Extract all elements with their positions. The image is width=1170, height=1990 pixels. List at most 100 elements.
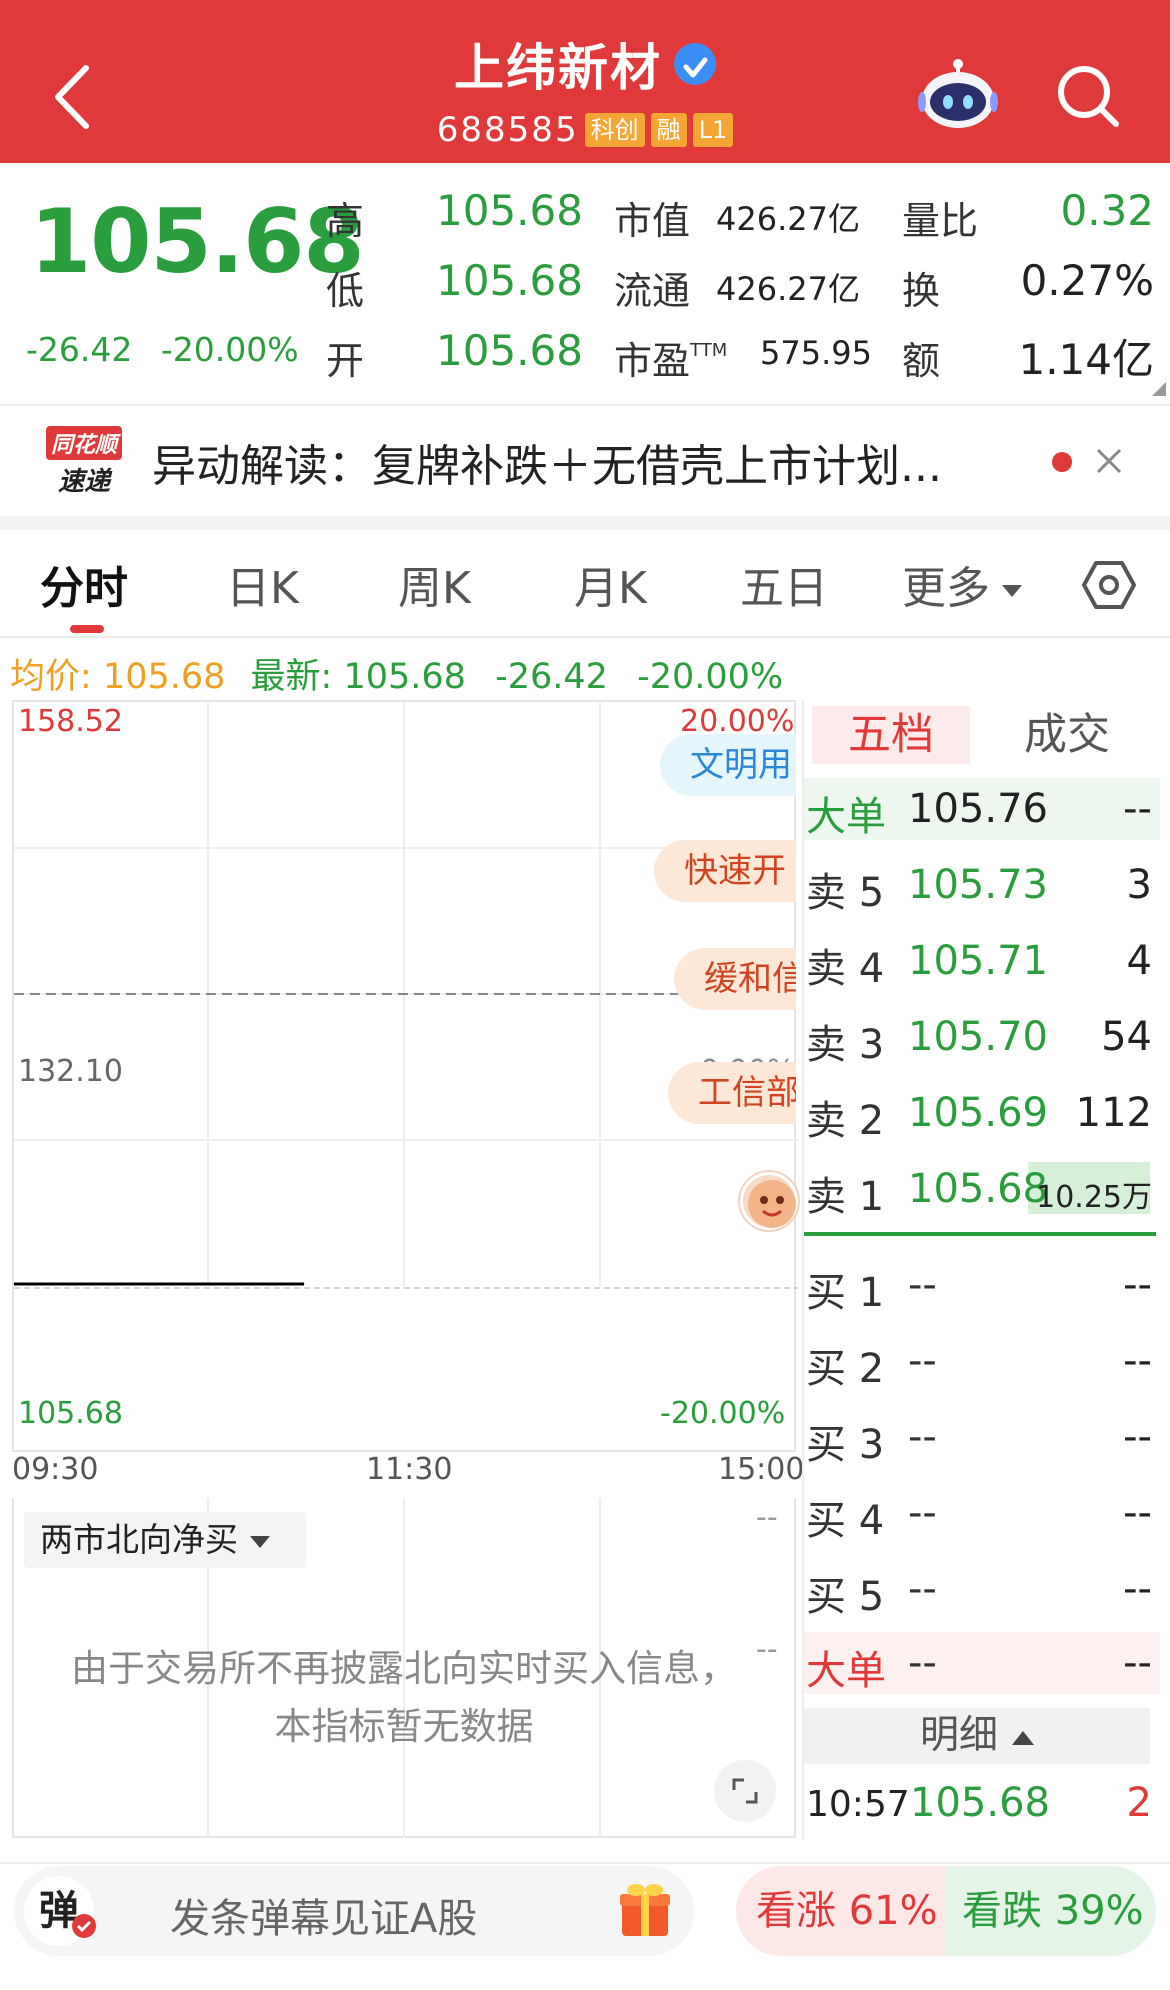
tab-more[interactable]: 更多 [902, 552, 1022, 616]
unread-dot [1052, 452, 1072, 472]
latest-change: -26.42 [495, 657, 608, 697]
news-bubble[interactable]: 工信部 [668, 1062, 796, 1124]
order-price: 105.76 [908, 786, 1048, 832]
price-change: -26.42 -20.00% [26, 330, 299, 369]
order-row-sell5: 卖 5 105.73 3 [804, 854, 1160, 916]
latest-change-pct: -20.00% [637, 657, 784, 697]
order-price: 105.71 [908, 938, 1048, 984]
order-price: -- [908, 1490, 937, 1536]
order-label: 卖 2 [806, 1098, 885, 1144]
tab-trades[interactable]: 成交 [1024, 706, 1110, 764]
order-row-buy2: 买 2 -- -- [804, 1330, 1160, 1392]
change-amount: -26.42 [26, 330, 133, 369]
current-price: 105.68 [30, 190, 365, 293]
order-row-buy3: 买 3 -- -- [804, 1406, 1160, 1468]
avg-value: 105.68 [102, 657, 226, 697]
detail-label: 明细 [919, 1713, 998, 1758]
tab-monthly-k[interactable]: 月K [574, 552, 647, 616]
no-data-message-line2: 本指标暂无数据 [274, 1705, 534, 1748]
order-volume: -- [1123, 786, 1152, 832]
fullscreen-icon[interactable] [714, 1760, 776, 1822]
open-value: 105.68 [436, 326, 583, 375]
expand-quote-icon[interactable] [1152, 382, 1166, 396]
bid-ask-divider [804, 1232, 1156, 1236]
order-label: 买 2 [806, 1346, 885, 1392]
divider [0, 404, 1170, 406]
trade-volume: 2 [1126, 1780, 1152, 1826]
order-price: 105.69 [908, 1090, 1048, 1136]
section-gap [0, 516, 1170, 530]
order-volume: 10.25万 [1036, 1180, 1152, 1215]
pe-label: 市盈TTM [614, 330, 727, 385]
indicator-dropdown-label: 两市北向净买 [40, 1520, 238, 1559]
pct-min-label: -20.00% [660, 1396, 786, 1431]
order-price: 105.73 [908, 862, 1048, 908]
order-label: 买 5 [806, 1574, 885, 1620]
order-row-buy5: 买 5 -- -- [804, 1558, 1160, 1620]
bearish-vote-button[interactable]: 看跌 39% [946, 1866, 1156, 1956]
order-volume: 4 [1126, 938, 1152, 984]
bullish-vote-button[interactable]: 看涨 61% [736, 1866, 946, 1956]
news-logo-line2: 速递 [58, 467, 113, 497]
pe-ttm-sup: TTM [690, 340, 728, 361]
order-label: 买 1 [806, 1270, 885, 1316]
trade-price: 105.68 [910, 1780, 1050, 1826]
mascot-icon [748, 1180, 796, 1228]
order-row-big-bid: 大单 -- -- [804, 1632, 1160, 1694]
chevron-down-icon [1002, 585, 1022, 597]
stock-code: 688585 [436, 110, 579, 150]
close-icon[interactable] [1092, 444, 1126, 478]
order-volume: 3 [1126, 862, 1152, 908]
change-percent: -20.00% [160, 330, 299, 369]
trade-time: 10:57 [806, 1784, 910, 1825]
gift-icon[interactable] [618, 1880, 672, 1940]
volume-ratio-value: 0.32 [1060, 186, 1154, 235]
tab-intraday[interactable]: 分时 [40, 552, 128, 616]
order-row-sell4: 卖 4 105.71 4 [804, 930, 1160, 992]
news-bubble[interactable]: 文明用 [660, 734, 796, 796]
order-label: 买 3 [806, 1422, 885, 1468]
market-cap-value: 426.27亿 [716, 200, 860, 238]
order-row-buy1: 买 1 -- -- [804, 1254, 1160, 1316]
order-volume: -- [1123, 1414, 1152, 1460]
volume-ratio-label: 量比 [902, 199, 979, 243]
order-row-sell1: 卖 1 105.68 10.25万 [804, 1158, 1160, 1220]
order-price: -- [908, 1566, 937, 1612]
float-cap-value: 426.27亿 [716, 270, 860, 308]
y-mid-label: 132.10 [18, 1054, 123, 1089]
detail-toggle-button[interactable]: 明细 [804, 1708, 1150, 1764]
indicator-value-dash: -- [756, 1500, 778, 1535]
indicator-dropdown[interactable]: 两市北向净买 [24, 1512, 306, 1568]
avatar[interactable] [740, 1172, 798, 1230]
order-price: 105.68 [908, 1166, 1048, 1212]
amount-label: 额 [902, 339, 941, 383]
divider [0, 636, 1170, 638]
news-logo-icon: 同花顺 速递 [46, 426, 122, 497]
tab-five-levels[interactable]: 五档 [812, 706, 970, 764]
robot-assistant-icon[interactable] [918, 58, 998, 130]
order-price: -- [908, 1414, 937, 1460]
order-label: 卖 4 [806, 946, 885, 992]
avg-label: 均价: [10, 657, 92, 697]
news-bubble[interactable]: 快速开 [654, 840, 796, 902]
tab-daily-k[interactable]: 日K [226, 552, 299, 616]
amount-value: 1.14亿 [1018, 335, 1154, 384]
news-headline[interactable]: 异动解读：复牌补跌＋无借壳上市计划... [152, 430, 942, 494]
news-bubble[interactable]: 缓和信 [674, 948, 796, 1010]
danmu-placeholder: 发条弹幕见证A股 [170, 1896, 478, 1942]
x-label-close: 15:00 [718, 1452, 805, 1487]
order-volume: 112 [1075, 1090, 1152, 1136]
verified-icon [674, 43, 716, 85]
search-icon[interactable] [1054, 62, 1120, 128]
chevron-down-icon [250, 1535, 270, 1548]
tab-more-label: 更多 [902, 563, 990, 614]
tab-five-day[interactable]: 五日 [740, 552, 828, 616]
settings-hexagon-icon[interactable] [1082, 558, 1136, 612]
x-label-open: 09:30 [12, 1452, 99, 1487]
order-label: 卖 1 [806, 1174, 885, 1220]
low-value: 105.68 [436, 256, 583, 305]
order-label: 卖 5 [806, 870, 885, 916]
tab-weekly-k[interactable]: 周K [398, 552, 471, 616]
tag-level1: L1 [692, 113, 734, 147]
order-volume: -- [1123, 1566, 1152, 1612]
